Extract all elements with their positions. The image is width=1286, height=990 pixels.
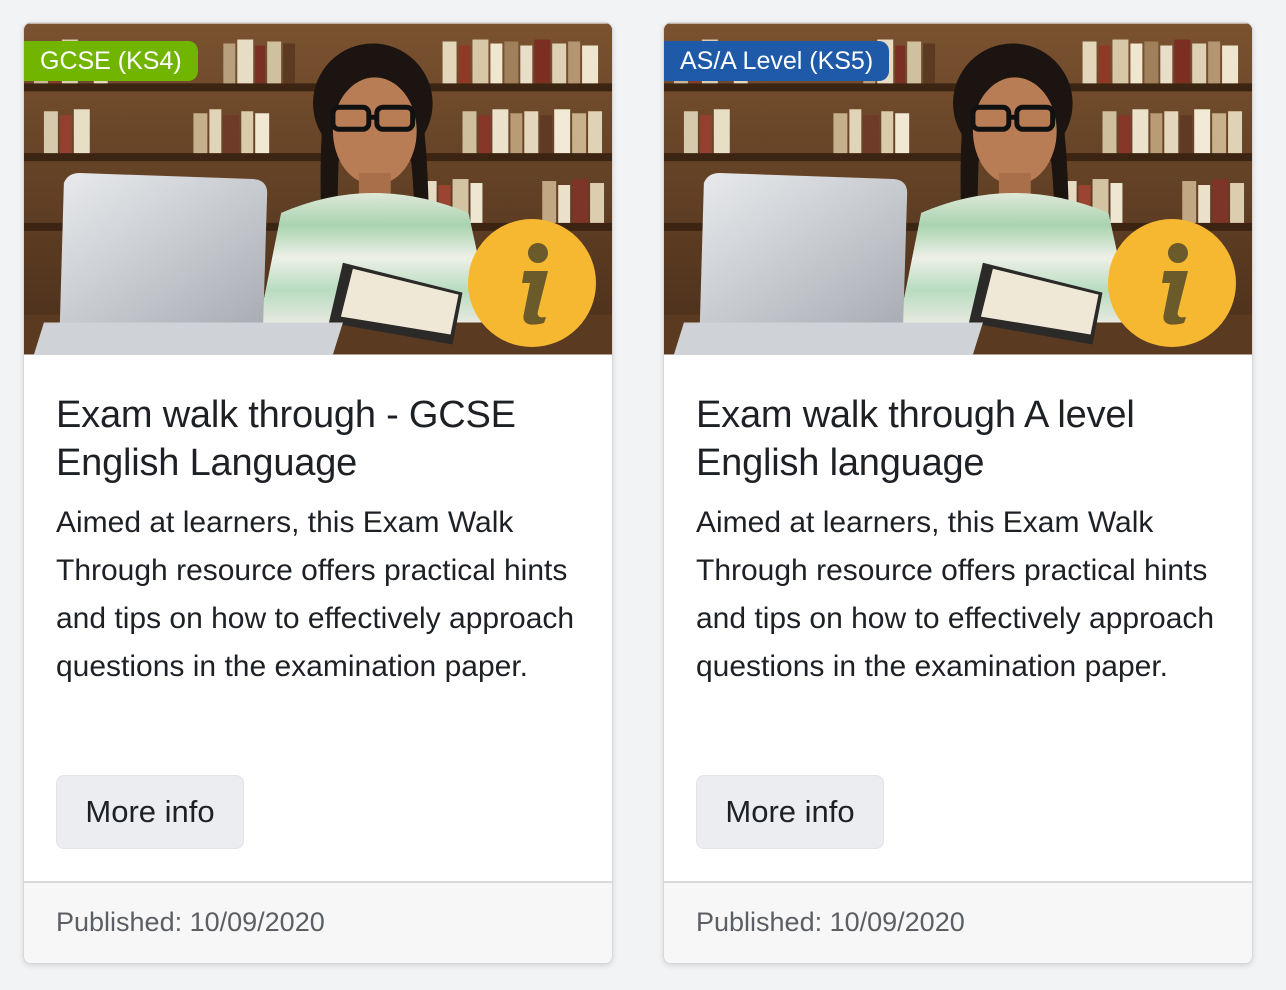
course-card[interactable]: AS/A Level (KS5) Exam walk through A lev… [663, 22, 1253, 964]
info-icon [468, 219, 596, 347]
level-badge: AS/A Level (KS5) [664, 41, 890, 81]
level-badge: GCSE (KS4) [24, 41, 198, 81]
more-info-button[interactable]: More info [56, 775, 244, 849]
card-title[interactable]: Exam walk through - GCSE English Languag… [56, 391, 580, 487]
card-title[interactable]: Exam walk through A level English langua… [696, 391, 1220, 487]
course-card[interactable]: GCSE (KS4) Exam walk through - GCSE Engl… [23, 22, 613, 964]
card-image[interactable]: GCSE (KS4) [24, 23, 612, 355]
info-icon [1108, 219, 1236, 347]
published-date: Published: 10/09/2020 [664, 881, 1252, 963]
more-info-button[interactable]: More info [696, 775, 884, 849]
card-image[interactable]: AS/A Level (KS5) [664, 23, 1252, 355]
card-description: Aimed at learners, this Exam Walk Throug… [696, 506, 1215, 683]
published-date: Published: 10/09/2020 [24, 881, 612, 963]
course-cards-grid: GCSE (KS4) Exam walk through - GCSE Engl… [0, 0, 1286, 990]
card-description: Aimed at learners, this Exam Walk Throug… [56, 506, 575, 683]
